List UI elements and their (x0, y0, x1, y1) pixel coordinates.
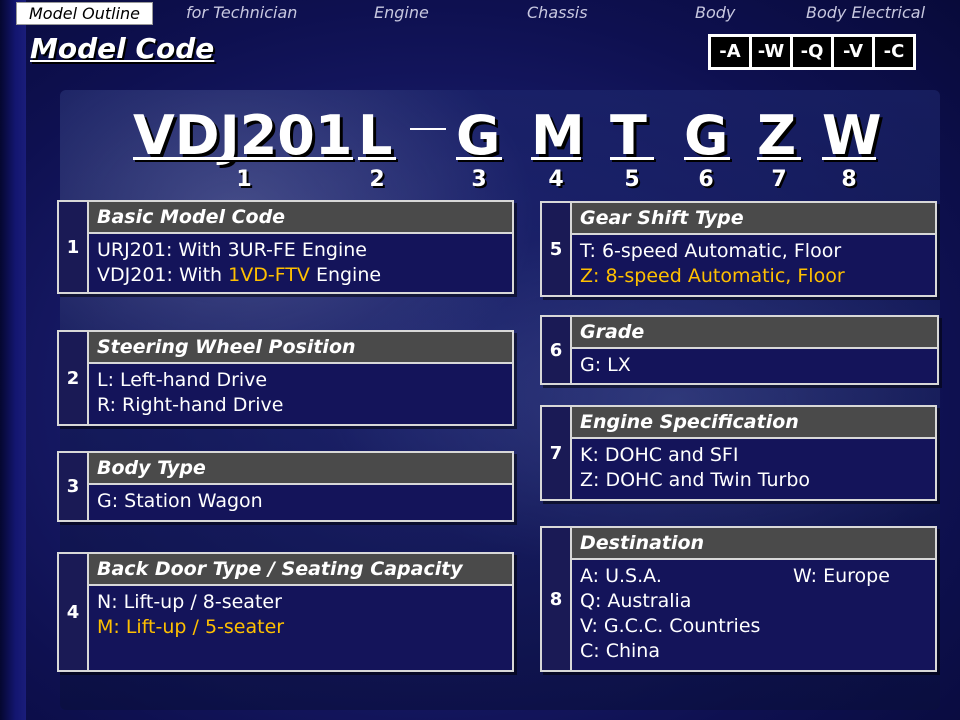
box-line-text: A: U.S.A. (580, 565, 662, 587)
top-nav: Model Outline for Technician Engine Chas… (0, 0, 960, 26)
box-title: Grade (572, 317, 937, 349)
nav-body[interactable]: Body (695, 3, 735, 22)
box-number: 7 (542, 407, 572, 499)
box-number: 8 (542, 528, 572, 670)
nav-body-electrical[interactable]: Body Electrical (806, 3, 925, 22)
left-bar (0, 0, 26, 720)
code-num-7: 7 (771, 167, 787, 192)
code-underline-1 (133, 157, 353, 160)
info-box-grade: 6 Grade G: LX (540, 315, 939, 385)
box-line: URJ201: With 3UR-FE Engine (97, 239, 367, 261)
box-line-text: Engine (309, 264, 382, 286)
box-line: C: China (580, 640, 660, 662)
page-title: Model Code (30, 32, 215, 65)
code-dash (410, 128, 446, 130)
box-title: Gear Shift Type (572, 203, 935, 235)
info-box-body-type: 3 Body Type G: Station Wagon (57, 451, 514, 522)
box-number: 1 (59, 202, 89, 292)
box-number: 6 (542, 317, 572, 383)
code-underline-6 (684, 157, 730, 160)
box-number: 3 (59, 453, 89, 520)
box-title: Engine Specification (572, 407, 935, 439)
box-body: N: Lift-up / 8-seater M: Lift-up / 5-sea… (89, 586, 512, 670)
nav-model-outline[interactable]: Model Outline (16, 2, 154, 25)
box-body: G: LX (572, 349, 937, 383)
box-title: Back Door Type / Seating Capacity (89, 554, 512, 586)
code-underline-5 (610, 157, 654, 160)
code-num-5: 5 (624, 167, 640, 192)
box-number: 5 (542, 203, 572, 295)
code-underline-3 (456, 157, 502, 160)
info-box-engine-specification: 7 Engine Specification K: DOHC and SFI Z… (540, 405, 937, 501)
box-body: T: 6-speed Automatic, Floor Z: 8-speed A… (572, 235, 935, 295)
info-box-steering-wheel-position: 2 Steering Wheel Position L: Left-hand D… (57, 330, 514, 426)
suffix-tab-c[interactable]: -C (875, 37, 913, 67)
box-body: K: DOHC and SFI Z: DOHC and Twin Turbo (572, 439, 935, 499)
code-underline-7 (757, 157, 801, 160)
box-line: R: Right-hand Drive (97, 394, 284, 416)
box-line: L: Left-hand Drive (97, 369, 268, 391)
box-line: V: G.C.C. Countries (580, 615, 761, 637)
box-number: 4 (59, 554, 89, 670)
box-line: G: Station Wagon (97, 490, 263, 512)
box-line: VDJ201: With 1VD-FTV Engine (97, 263, 504, 288)
box-line: Q: Australia (580, 590, 692, 612)
info-box-gear-shift-type: 5 Gear Shift Type T: 6-speed Automatic, … (540, 201, 937, 297)
code-num-6: 6 (698, 167, 714, 192)
suffix-tab-v[interactable]: -V (834, 37, 872, 67)
box-line: A: U.S.A. W: Europe (580, 564, 927, 589)
box-line-text: W: Europe (793, 565, 890, 587)
box-line-highlight: M: Lift-up / 5-seater (97, 616, 285, 638)
box-line: N: Lift-up / 8-seater (97, 591, 282, 613)
code-num-2: 2 (369, 167, 385, 192)
suffix-tab-w[interactable]: -W (752, 37, 790, 67)
code-underline-8 (822, 157, 876, 160)
box-line: Z: DOHC and Twin Turbo (580, 469, 811, 491)
box-line-highlight: Z: 8-speed Automatic, Floor (580, 265, 845, 287)
box-line-text: VDJ201: With (97, 264, 229, 286)
code-num-3: 3 (471, 167, 487, 192)
box-line: K: DOHC and SFI (580, 444, 739, 466)
box-title: Basic Model Code (89, 202, 512, 234)
box-title: Destination (572, 528, 935, 560)
suffix-tab-q[interactable]: -Q (793, 37, 831, 67)
box-line-highlight: 1VD-FTV (228, 264, 310, 286)
info-box-basic-model-code: 1 Basic Model Code URJ201: With 3UR-FE E… (57, 200, 514, 294)
suffix-tab-a[interactable]: -A (711, 37, 749, 67)
nav-for-technician[interactable]: for Technician (186, 3, 297, 22)
box-body: A: U.S.A. W: Europe Q: Australia V: G.C.… (572, 560, 935, 670)
nav-engine[interactable]: Engine (374, 3, 429, 22)
box-number: 2 (59, 332, 89, 424)
box-body: URJ201: With 3UR-FE Engine VDJ201: With … (89, 234, 512, 292)
code-num-4: 4 (548, 167, 564, 192)
box-body: L: Left-hand Drive R: Right-hand Drive (89, 364, 512, 424)
code-underline-2 (358, 157, 396, 160)
box-title: Body Type (89, 453, 512, 485)
box-title: Steering Wheel Position (89, 332, 512, 364)
code-num-1: 1 (236, 167, 252, 192)
suffix-tabs: -A -W -Q -V -C (708, 34, 916, 70)
nav-chassis[interactable]: Chassis (527, 3, 588, 22)
box-line: G: LX (580, 354, 631, 376)
code-underline-4 (531, 157, 581, 160)
code-num-8: 8 (841, 167, 857, 192)
info-box-back-door-type: 4 Back Door Type / Seating Capacity N: L… (57, 552, 514, 672)
info-box-destination: 8 Destination A: U.S.A. W: Europe Q: Aus… (540, 526, 937, 672)
box-body: G: Station Wagon (89, 485, 512, 520)
box-line: T: 6-speed Automatic, Floor (580, 240, 842, 262)
